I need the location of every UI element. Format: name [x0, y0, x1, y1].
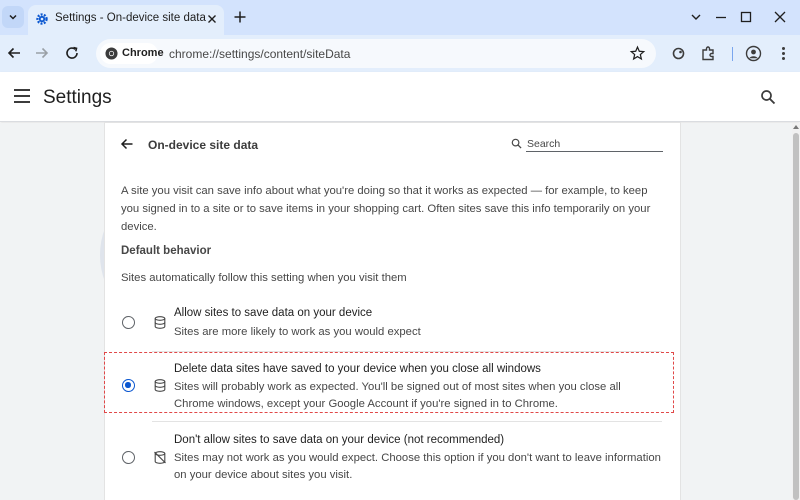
chevron-down-icon: [9, 14, 17, 20]
selection-highlight: [104, 352, 674, 413]
scrollbar[interactable]: [792, 123, 800, 500]
subpage-title: On-device site data: [148, 138, 259, 152]
option-block[interactable]: Don't allow sites to save data on your d…: [105, 434, 680, 486]
option-allow[interactable]: Allow sites to save data on your device …: [105, 306, 680, 346]
scroll-up-arrow-icon[interactable]: [793, 125, 799, 129]
minimize-icon[interactable]: [713, 9, 729, 25]
more-menu-icon[interactable]: [775, 45, 792, 62]
site-info-chip[interactable]: Chrome: [100, 43, 164, 64]
tab-settings[interactable]: Settings - On-device site data: [28, 5, 224, 35]
radio-block[interactable]: [122, 451, 135, 464]
search-icon: [511, 138, 522, 149]
close-window-icon[interactable]: [772, 9, 788, 25]
settings-card: On-device site data A site you visit can…: [105, 123, 680, 500]
tab-search-button[interactable]: [2, 6, 24, 28]
option-description: Sites are more likely to work as you wou…: [174, 326, 421, 338]
star-icon[interactable]: [629, 45, 646, 62]
tab-title: Settings - On-device site data: [55, 12, 206, 24]
database-icon: [154, 316, 166, 329]
new-tab-plus-icon[interactable]: [232, 9, 248, 25]
section-title: Default behavior: [121, 245, 212, 257]
back-arrow-icon[interactable]: [120, 137, 134, 151]
menu-icon[interactable]: [14, 89, 30, 103]
intro-text: A site you visit can save info about wha…: [121, 185, 651, 233]
back-arrow-icon[interactable]: [5, 44, 23, 62]
tab-strip: Settings - On-device site data: [0, 0, 800, 35]
option-description: Sites may not work as you would expect. …: [174, 452, 661, 481]
settings-header: Settings: [0, 72, 800, 122]
browser-toolbar: Chrome chrome://settings/content/siteDat…: [0, 35, 800, 72]
close-icon[interactable]: [205, 12, 219, 26]
page-title: Settings: [43, 87, 112, 108]
forward-arrow-icon[interactable]: [33, 44, 51, 62]
chip-label: Chrome: [122, 47, 164, 59]
database-off-icon: [154, 451, 166, 464]
gear-icon: [36, 13, 48, 25]
section-subtitle: Sites automatically follow this setting …: [121, 272, 407, 284]
option-label: Allow sites to save data on your device: [174, 307, 373, 319]
extensions-puzzle-icon[interactable]: [700, 45, 717, 62]
radio-allow[interactable]: [122, 316, 135, 329]
search-icon[interactable]: [760, 89, 776, 105]
url-text[interactable]: chrome://settings/content/siteData: [169, 47, 350, 61]
scrollbar-thumb[interactable]: [793, 133, 799, 500]
profile-avatar-icon[interactable]: [745, 45, 762, 62]
chrome-logo-icon: [105, 47, 118, 60]
reload-icon[interactable]: [63, 44, 81, 62]
chevron-down-icon[interactable]: [688, 9, 704, 25]
search-input[interactable]: [526, 136, 663, 152]
cookie-icon[interactable]: [670, 45, 687, 62]
maximize-icon[interactable]: [738, 9, 754, 25]
divider: [152, 421, 662, 422]
address-bar[interactable]: Chrome chrome://settings/content/siteDat…: [96, 39, 656, 68]
toolbar-separator: [732, 47, 733, 61]
option-label: Don't allow sites to save data on your d…: [174, 434, 505, 446]
